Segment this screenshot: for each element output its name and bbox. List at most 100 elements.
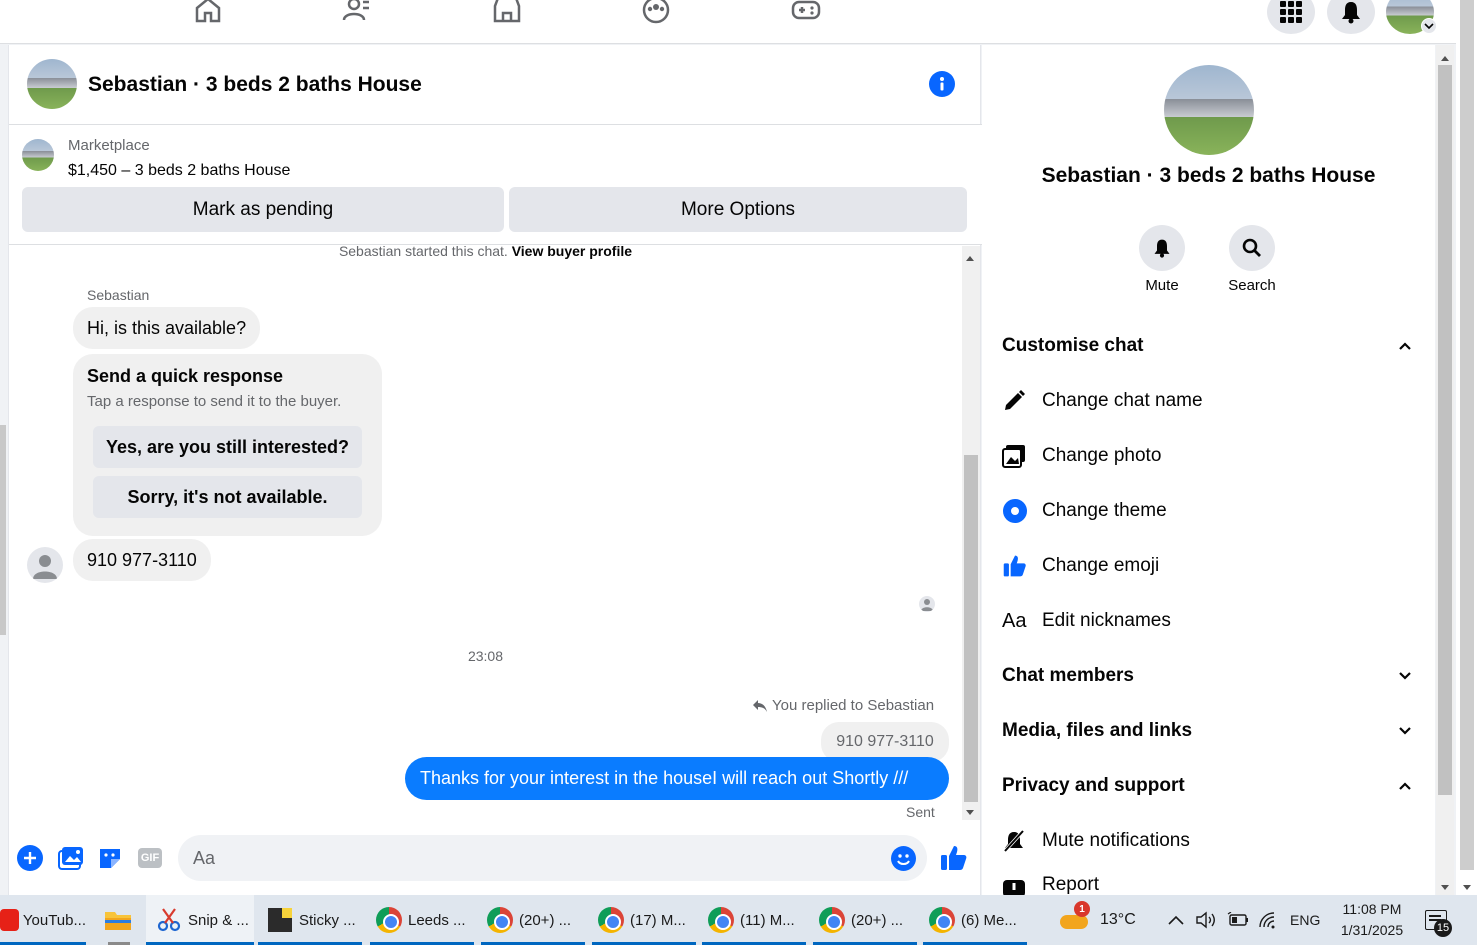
change-emoji-label: Change emoji: [1042, 555, 1160, 576]
quick-response-card: Send a quick response Tap a response to …: [73, 354, 382, 536]
mark-as-pending-button[interactable]: Mark as pending: [22, 187, 504, 232]
taskbar-app-sticky[interactable]: Sticky ...: [258, 895, 362, 945]
chrome-icon: [598, 907, 624, 933]
taskbar-clock[interactable]: 11:08 PM 1/31/2025: [1332, 899, 1412, 941]
customise-chat-section[interactable]: Customise chat: [1002, 326, 1412, 366]
nicknames-icon: Aa: [1002, 609, 1027, 632]
folder-icon: [105, 912, 131, 930]
chevron-up-icon[interactable]: [1167, 895, 1187, 945]
chat-started-notice: Sebastian started this chat. View buyer …: [9, 243, 962, 259]
change-photo-item[interactable]: Change photo: [1002, 436, 1422, 476]
chrome-icon: [929, 907, 955, 933]
chevron-down-icon[interactable]: [1421, 18, 1437, 34]
search-icon[interactable]: [1229, 225, 1275, 271]
notifications-bell-icon[interactable]: [1327, 0, 1375, 34]
info-icon[interactable]: [929, 71, 955, 97]
chat-panel: Sebastian · 3 beds 2 baths House Marketp…: [8, 45, 982, 895]
quick-reply-interested-button[interactable]: Yes, are you still interested?: [93, 426, 362, 468]
gaming-icon[interactable]: [790, 0, 822, 26]
taskbar-app-youtube[interactable]: YouTub...: [0, 895, 86, 945]
chat-members-section[interactable]: Chat members: [1002, 656, 1412, 696]
messages-scrollbar-thumb[interactable]: [964, 455, 978, 802]
media-files-links-section[interactable]: Media, files and links: [1002, 711, 1412, 751]
search-label[interactable]: Search: [1212, 277, 1292, 294]
message-bubble[interactable]: 910 977-3110: [73, 539, 211, 581]
battery-icon[interactable]: [1227, 895, 1251, 945]
notification-center-icon[interactable]: 15: [1425, 895, 1459, 945]
taskbar-file-explorer[interactable]: [104, 895, 134, 945]
temperature: 13°C: [1100, 911, 1136, 928]
chat-started-text: Sebastian started this chat.: [338, 243, 508, 259]
page-scrollbar-thumb[interactable]: [1438, 65, 1452, 795]
thumbs-up-icon: [1003, 555, 1026, 577]
browser-scrollbar-thumb[interactable]: [1460, 0, 1474, 870]
taskbar-chrome-window[interactable]: (20+) ...: [481, 895, 585, 945]
plus-icon[interactable]: [17, 845, 43, 871]
sent-status: Sent: [906, 804, 935, 820]
chrome-icon: [487, 907, 513, 933]
mute-bell-icon[interactable]: [1139, 225, 1185, 271]
change-photo-label: Change photo: [1042, 445, 1162, 466]
more-options-button[interactable]: More Options: [509, 187, 967, 232]
scroll-up-arrow-icon[interactable]: [964, 250, 976, 268]
taskbar-chrome-window[interactable]: (20+) ...: [813, 895, 917, 945]
chevron-down-icon: [1399, 727, 1411, 735]
language-indicator[interactable]: ENG: [1290, 895, 1330, 945]
mute-notifications-item[interactable]: Mute notifications: [1002, 821, 1422, 861]
taskbar-app-label: Snip & ...: [188, 911, 249, 929]
photo-icon: [1002, 445, 1025, 468]
groups-icon[interactable]: [640, 0, 672, 26]
home-icon[interactable]: [192, 0, 224, 26]
message-input[interactable]: Aa: [178, 835, 927, 881]
mute-label[interactable]: Mute: [1122, 277, 1202, 294]
like-thumbs-up-icon[interactable]: [939, 843, 969, 878]
view-buyer-profile-link[interactable]: View buyer profile: [512, 243, 632, 259]
gif-icon[interactable]: GIF: [138, 848, 162, 868]
scroll-down-arrow-icon[interactable]: [964, 805, 976, 823]
privacy-support-section[interactable]: Privacy and support: [1002, 766, 1412, 806]
edit-nicknames-item[interactable]: Aa Edit nicknames: [1002, 601, 1422, 641]
taskbar-chrome-window[interactable]: (6) Me...: [923, 895, 1027, 945]
report-label: Report: [1042, 874, 1100, 895]
quoted-message[interactable]: 910 977-3110: [821, 722, 949, 762]
media-files-links-label: Media, files and links: [1002, 720, 1193, 741]
listing-thumbnail[interactable]: [22, 139, 54, 171]
marketplace-icon[interactable]: [491, 0, 523, 26]
friends-icon[interactable]: [341, 0, 373, 26]
taskbar-chrome-window[interactable]: (17) M...: [592, 895, 696, 945]
quick-reply-not-available-button[interactable]: Sorry, it's not available.: [93, 476, 362, 518]
change-theme-item[interactable]: Change theme: [1002, 491, 1422, 531]
change-chat-name-item[interactable]: Change chat name: [1002, 381, 1422, 421]
sender-avatar[interactable]: [27, 547, 63, 583]
wifi-icon[interactable]: [1258, 895, 1282, 945]
sticker-icon[interactable]: [98, 846, 122, 875]
menu-grid-icon[interactable]: [1267, 0, 1315, 34]
photo-icon[interactable]: [58, 846, 84, 875]
emoji-icon[interactable]: [891, 846, 916, 871]
volume-icon[interactable]: [1195, 895, 1219, 945]
listing-title[interactable]: $1,450 – 3 beds 2 baths House: [68, 162, 290, 180]
page-left-scrollbar[interactable]: [0, 425, 6, 635]
weather-alert-badge: 1: [1074, 901, 1090, 917]
report-icon: [1003, 880, 1025, 897]
taskbar-app-label: YouTub...: [22, 911, 86, 929]
chevron-up-icon: [1399, 342, 1411, 350]
taskbar-chrome-window[interactable]: Leeds ...: [370, 895, 474, 945]
listing-banner: Marketplace $1,450 – 3 beds 2 baths Hous…: [9, 125, 982, 245]
chrome-icon: [376, 907, 402, 933]
taskbar-app-snip[interactable]: Snip & ...: [146, 895, 254, 945]
sticky-notes-icon: [268, 908, 292, 932]
message-bubble[interactable]: Hi, is this available?: [73, 307, 261, 349]
customise-chat-label: Customise chat: [1002, 335, 1144, 356]
edit-nicknames-label: Edit nicknames: [1042, 610, 1171, 631]
seen-avatar-icon: [919, 596, 935, 612]
chat-avatar[interactable]: [27, 59, 77, 109]
change-emoji-item[interactable]: Change emoji: [1002, 546, 1422, 586]
weather-widget[interactable]: 1 13°C: [1060, 895, 1145, 945]
mute-notifications-label: Mute notifications: [1042, 830, 1190, 851]
chat-title[interactable]: Sebastian · 3 beds 2 baths House: [88, 73, 422, 97]
listing-source: Marketplace: [68, 137, 150, 154]
sent-message-bubble[interactable]: Thanks for your interest in the houseI w…: [405, 757, 949, 800]
taskbar-chrome-window[interactable]: (11) M...: [702, 895, 806, 945]
chat-info-avatar[interactable]: [1164, 65, 1254, 155]
